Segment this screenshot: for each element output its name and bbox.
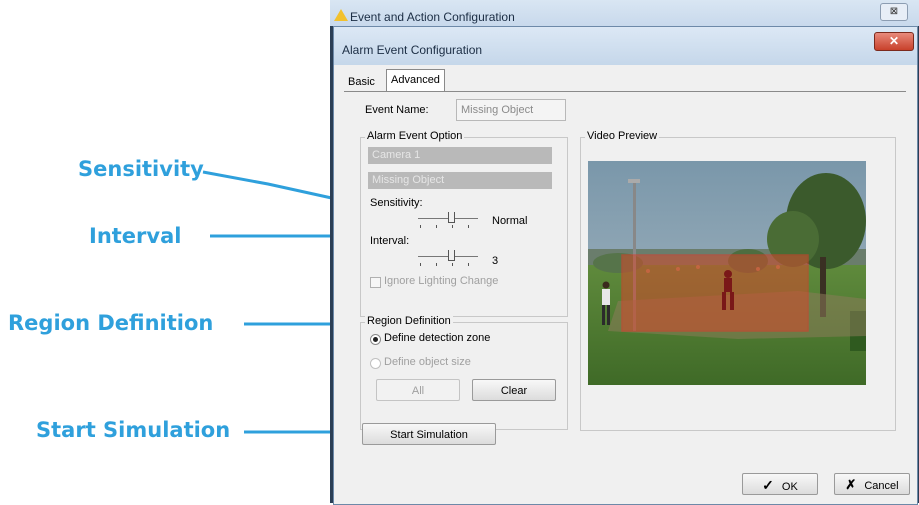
ok-button[interactable]: ✓ OK <box>742 473 818 495</box>
dialog-content: Basic Advanced Event Name: Missing Objec… <box>342 65 910 495</box>
event-name-field[interactable]: Missing Object <box>456 99 566 121</box>
sensitivity-slider[interactable] <box>418 210 478 230</box>
start-simulation-button[interactable]: Start Simulation <box>362 423 496 445</box>
tab-basic[interactable]: Basic <box>344 72 379 92</box>
ok-label: OK <box>781 481 798 493</box>
alarm-event-dialog: Alarm Event Configuration ✕ Basic Advanc… <box>333 26 918 505</box>
warning-icon <box>334 9 348 21</box>
sensitivity-label: Sensitivity: <box>370 197 423 209</box>
dialog-titlebar: Alarm Event Configuration ✕ <box>334 27 917 65</box>
camera-select[interactable]: Camera 1 <box>368 147 552 164</box>
cancel-label: Cancel <box>864 480 899 492</box>
event-name-label: Event Name: <box>365 104 429 116</box>
interval-value: 3 <box>492 255 499 267</box>
check-icon: ✓ <box>762 477 774 493</box>
tab-advanced[interactable]: Advanced <box>386 69 445 92</box>
back-window-title: Event and Action Configuration <box>350 10 515 24</box>
cancel-button[interactable]: ✗ Cancel <box>834 473 910 495</box>
ignore-lighting-label: Ignore Lighting Change <box>384 275 499 287</box>
sensitivity-value: Normal <box>492 215 528 227</box>
all-button[interactable]: All <box>376 379 460 401</box>
dialog-close-button[interactable]: ✕ <box>874 32 914 51</box>
interval-slider[interactable] <box>418 248 478 268</box>
event-type-select[interactable]: Missing Object <box>368 172 552 189</box>
clear-button[interactable]: Clear <box>472 379 556 401</box>
x-icon: ✗ <box>845 477 857 492</box>
ignore-lighting-checkbox[interactable] <box>370 277 381 288</box>
define-detection-zone-label: Define detection zone <box>384 332 491 344</box>
dialog-title: Alarm Event Configuration <box>342 43 483 57</box>
alarm-event-option-title: Alarm Event Option <box>365 130 465 142</box>
back-window-close-button[interactable]: ⊠ <box>880 3 908 21</box>
video-preview-image[interactable] <box>588 161 866 385</box>
define-detection-zone-radio[interactable] <box>370 334 381 345</box>
video-preview-title: Video Preview <box>585 130 660 142</box>
define-object-size-label: Define object size <box>384 356 471 368</box>
interval-label: Interval: <box>370 235 410 247</box>
region-definition-title: Region Definition <box>365 315 453 327</box>
define-object-size-radio[interactable] <box>370 358 381 369</box>
